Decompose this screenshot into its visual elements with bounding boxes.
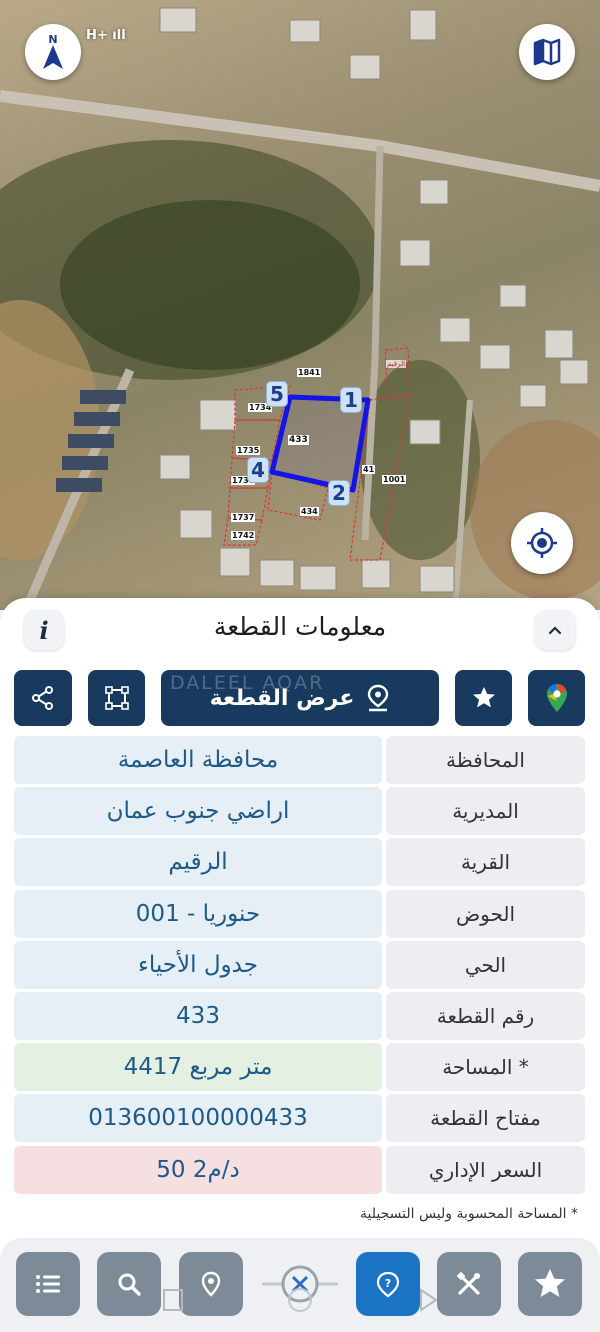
detail-row: جدول الأحياء الحي <box>14 941 585 989</box>
neighbor-label: 1735 <box>236 446 261 455</box>
detail-value[interactable]: محافظة العاصمة <box>14 736 382 784</box>
tools-icon <box>456 1271 480 1295</box>
detail-row: 50 د/م2 السعر الإداري <box>14 1146 585 1194</box>
location-pin-icon <box>201 1271 221 1297</box>
neighbor-label: 1737 <box>231 513 256 522</box>
detail-label: الحي <box>386 941 585 989</box>
vertex-badge[interactable]: 1 <box>340 387 362 413</box>
map-layers-icon <box>533 38 561 66</box>
detail-row: 433 رقم القطعة <box>14 992 585 1040</box>
vertex-badge[interactable]: 5 <box>266 381 288 407</box>
google-maps-icon <box>546 684 567 712</box>
vertex-badge[interactable]: 2 <box>328 480 350 506</box>
show-parcel-button[interactable]: عرض القطعة <box>161 670 439 726</box>
star-icon <box>472 687 495 708</box>
detail-value[interactable]: 433 <box>14 992 382 1040</box>
detail-label: المديرية <box>386 787 585 835</box>
system-recents-icon[interactable] <box>160 1287 186 1313</box>
list-icon <box>36 1275 60 1293</box>
main-road <box>0 90 600 192</box>
neighbor-label: الرقيم <box>386 360 407 368</box>
favorite-parcel-button[interactable] <box>455 670 512 726</box>
detail-row: حنوريا - 001 الحوض <box>14 890 585 938</box>
svg-text:?: ? <box>385 1277 391 1290</box>
help-icon: ? <box>376 1271 400 1298</box>
side-road <box>361 145 384 541</box>
nav-list-button[interactable] <box>16 1252 80 1316</box>
share-button[interactable] <box>14 670 72 726</box>
show-parcel-label: عرض القطعة <box>209 685 355 711</box>
map-layers-button[interactable] <box>519 24 575 80</box>
detail-label: السعر الإداري <box>386 1146 585 1194</box>
polygon-icon <box>104 686 129 710</box>
neighbor-label: 434 <box>300 507 319 516</box>
detail-value[interactable]: 4417 متر مربع <box>14 1043 382 1091</box>
area-footnote: * المساحة المحسوبة وليس التسجيلية <box>360 1206 578 1222</box>
detail-label: القرية <box>386 838 585 886</box>
compass-button[interactable]: N <box>25 24 81 80</box>
detail-value[interactable]: جدول الأحياء <box>14 941 382 989</box>
favorite-icon <box>535 1269 565 1297</box>
bottom-navigation: ? <box>0 1238 600 1332</box>
locate-button[interactable] <box>511 512 573 574</box>
system-back-icon[interactable] <box>415 1287 441 1313</box>
center-map-toggle[interactable] <box>260 1258 340 1314</box>
vertex-badge[interactable]: 4 <box>247 457 269 483</box>
neighbor-label: 1001 <box>382 475 407 484</box>
detail-label: المساحة * <box>386 1043 585 1091</box>
detail-row: محافظة العاصمة المحافظة <box>14 736 585 784</box>
detail-row: 4417 متر مربع المساحة * <box>14 1043 585 1091</box>
detail-row: اراضي جنوب عمان المديرية <box>14 787 585 835</box>
detail-label: رقم القطعة <box>386 992 585 1040</box>
chevron-up-icon <box>548 626 562 635</box>
neighbor-label: 1742 <box>231 531 256 540</box>
detail-label: المحافظة <box>386 736 585 784</box>
compass-icon: N <box>43 33 63 69</box>
nav-search-button[interactable] <box>97 1252 161 1316</box>
detail-row: الرقيم القرية <box>14 838 585 886</box>
svg-text:N: N <box>48 33 57 46</box>
nav-help-button[interactable]: ? <box>356 1252 420 1316</box>
google-maps-button[interactable] <box>528 670 585 726</box>
nav-favorites-button[interactable] <box>518 1252 582 1316</box>
polygon-button[interactable] <box>88 670 145 726</box>
neighbor-label: 1841 <box>297 368 322 377</box>
neighbor-label: 41 <box>362 465 376 474</box>
collapse-button[interactable] <box>535 610 575 650</box>
locate-icon <box>527 528 557 558</box>
side-road <box>452 399 473 610</box>
detail-value[interactable]: الرقيم <box>14 838 382 886</box>
satellite-map[interactable]: 1841 1734 1735 1736 1737 1742 434 41 100… <box>0 0 600 610</box>
search-icon <box>118 1273 141 1296</box>
parcel-number-label: 433 <box>288 435 309 445</box>
detail-value[interactable]: حنوريا - 001 <box>14 890 382 938</box>
panel-title: معلومات القطعة <box>213 612 387 641</box>
detail-value[interactable]: اراضي جنوب عمان <box>14 787 382 835</box>
detail-value[interactable]: 50 د/م2 <box>14 1146 382 1194</box>
detail-row: 013600100000433 مفتاح القطعة <box>14 1094 585 1142</box>
parcel-info-panel: i معلومات القطعة عرض القطعة DALEEL AQAR … <box>0 598 600 1332</box>
detail-label: الحوض <box>386 890 585 938</box>
nav-location-button[interactable] <box>179 1252 243 1316</box>
detail-label: مفتاح القطعة <box>386 1094 585 1142</box>
map-overlay <box>0 7 600 610</box>
pin-icon <box>368 684 389 712</box>
status-bar-signal: H+ ıll <box>86 28 126 43</box>
share-icon <box>32 686 53 710</box>
detail-value[interactable]: 013600100000433 <box>14 1094 382 1142</box>
nav-tools-button[interactable] <box>437 1252 501 1316</box>
